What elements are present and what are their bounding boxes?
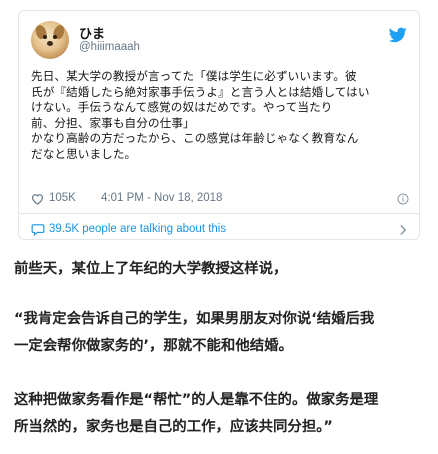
article-line: “我肯定会告诉自己的学生，如果男朋友对你说‘结婚后我 [14,311,375,327]
tweet-text: 先日、某大学の教授が言ってた「僕は学生に必ずいいます。彼 氏が『結婚したら絶対家… [31,69,413,163]
tweet-header: ひま @hiiimaaah [31,21,409,61]
avatar-eye-right [53,35,57,39]
avatar-nose [47,41,53,46]
avatar[interactable] [31,21,69,59]
tweet-meta-row: 105K 4:01 PM - Nov 18, 2018 [31,191,409,209]
tweet-text-line: けない。手伝うなんて感覚の奴はだめです。やって当たり [31,100,333,115]
people-talking-link[interactable]: 39.5K people are talking about this [49,223,226,235]
article-line: 前些天，某位上了年纪的大学教授这样说， [14,261,288,277]
speech-bubble-icon [31,224,45,236]
like-count[interactable]: 105K [49,192,76,204]
article-line: 这种把做家务看作是“帮忙”的人是靠不住的。做家务是理 [14,392,379,408]
divider [19,213,419,214]
tweet-text-line: 氏が『結婚したら絶対家事手伝うよ』と言う人とは結婚してはい [31,84,370,99]
user-handle[interactable]: @hiiimaaah [79,41,140,53]
avatar-eye-left [43,35,47,39]
twitter-bird-icon[interactable] [389,27,407,43]
tweet-text-line: かなり高齢の方だったから、この感覚は年齢じゃなく教育なん [31,131,359,146]
article-paragraph: “我肯定会告诉自己的学生，如果男朋友对你说‘结婚后我 一定会帮你做家务的’，那就… [14,306,434,360]
people-talking-row[interactable]: 39.5K people are talking about this [31,223,409,237]
article-paragraph: 前些天，某位上了年纪的大学教授这样说， [14,256,434,283]
article-paragraph: 这种把做家务看作是“帮忙”的人是靠不住的。做家务是理 所当然的，家务也是自己的工… [14,387,434,441]
display-name[interactable]: ひま [79,23,105,42]
tweet-card[interactable]: ひま @hiiimaaah 先日、某大学の教授が言ってた「僕は学生に必ずいいます… [18,10,420,240]
chevron-right-icon[interactable] [399,224,407,236]
article-line: 所当然的，家务也是自己的工作，应该共同分担。” [14,419,333,435]
tweet-text-line: 前、分担、家事も自分の仕事」 [31,115,195,130]
tweet-text-line: 先日、某大学の教授が言ってた「僕は学生に必ずいいます。彼 [31,69,357,83]
tweet-timestamp[interactable]: 4:01 PM - Nov 18, 2018 [101,192,222,204]
heart-icon[interactable] [31,193,44,205]
info-icon[interactable] [397,193,409,205]
tweet-text-line: だなと思いました。 [31,146,137,161]
article-line: 一定会帮你做家务的’，那就不能和他结婚。 [14,338,293,354]
